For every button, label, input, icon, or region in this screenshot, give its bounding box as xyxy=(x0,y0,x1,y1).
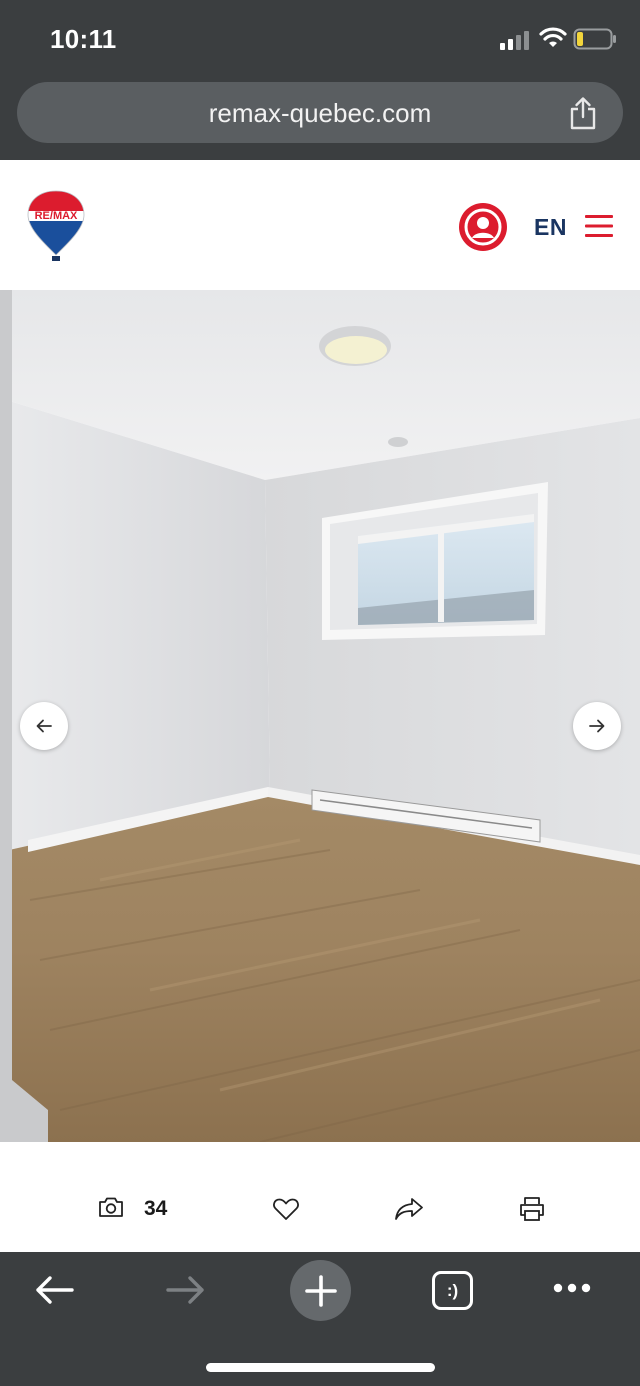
svg-text:RE/MAX: RE/MAX xyxy=(35,210,78,222)
heart-icon[interactable] xyxy=(272,1197,300,1221)
hamburger-menu-icon[interactable] xyxy=(585,214,613,238)
new-tab-button[interactable] xyxy=(290,1260,351,1321)
listing-action-bar: 34 xyxy=(0,1142,640,1252)
forward-arrow-icon[interactable] xyxy=(166,1274,206,1306)
browser-top-chrome: 10:11 remax-quebec.com xyxy=(0,0,640,160)
share-arrow-icon[interactable] xyxy=(394,1197,424,1221)
more-options-icon[interactable] xyxy=(552,1282,592,1294)
listing-photo[interactable] xyxy=(0,290,640,1142)
next-photo-button[interactable] xyxy=(573,702,621,750)
home-indicator xyxy=(206,1363,435,1372)
battery-icon xyxy=(573,28,616,50)
arrow-right-icon xyxy=(589,719,605,733)
printer-icon[interactable] xyxy=(518,1196,546,1222)
arrow-left-icon xyxy=(36,719,52,733)
photo-count[interactable]: 34 xyxy=(144,1197,167,1221)
url-bar[interactable]: remax-quebec.com xyxy=(17,82,623,143)
user-account-icon[interactable] xyxy=(458,202,508,252)
status-time: 10:11 xyxy=(50,24,117,54)
share-icon[interactable] xyxy=(567,96,599,130)
previous-photo-button[interactable] xyxy=(20,702,68,750)
tabs-button[interactable]: :) xyxy=(432,1271,473,1310)
browser-bottom-toolbar: :) xyxy=(0,1252,640,1386)
camera-icon[interactable] xyxy=(98,1196,124,1218)
remax-balloon-logo[interactable]: RE/MAX xyxy=(26,189,86,263)
site-header: RE/MAX EN xyxy=(0,160,640,290)
room-photo-image xyxy=(0,290,640,1142)
plus-icon xyxy=(304,1274,337,1307)
language-toggle[interactable]: EN xyxy=(534,214,567,241)
wifi-icon xyxy=(539,27,567,47)
back-arrow-icon[interactable] xyxy=(34,1274,74,1306)
url-text: remax-quebec.com xyxy=(208,98,432,128)
cellular-signal-icon xyxy=(500,31,529,50)
